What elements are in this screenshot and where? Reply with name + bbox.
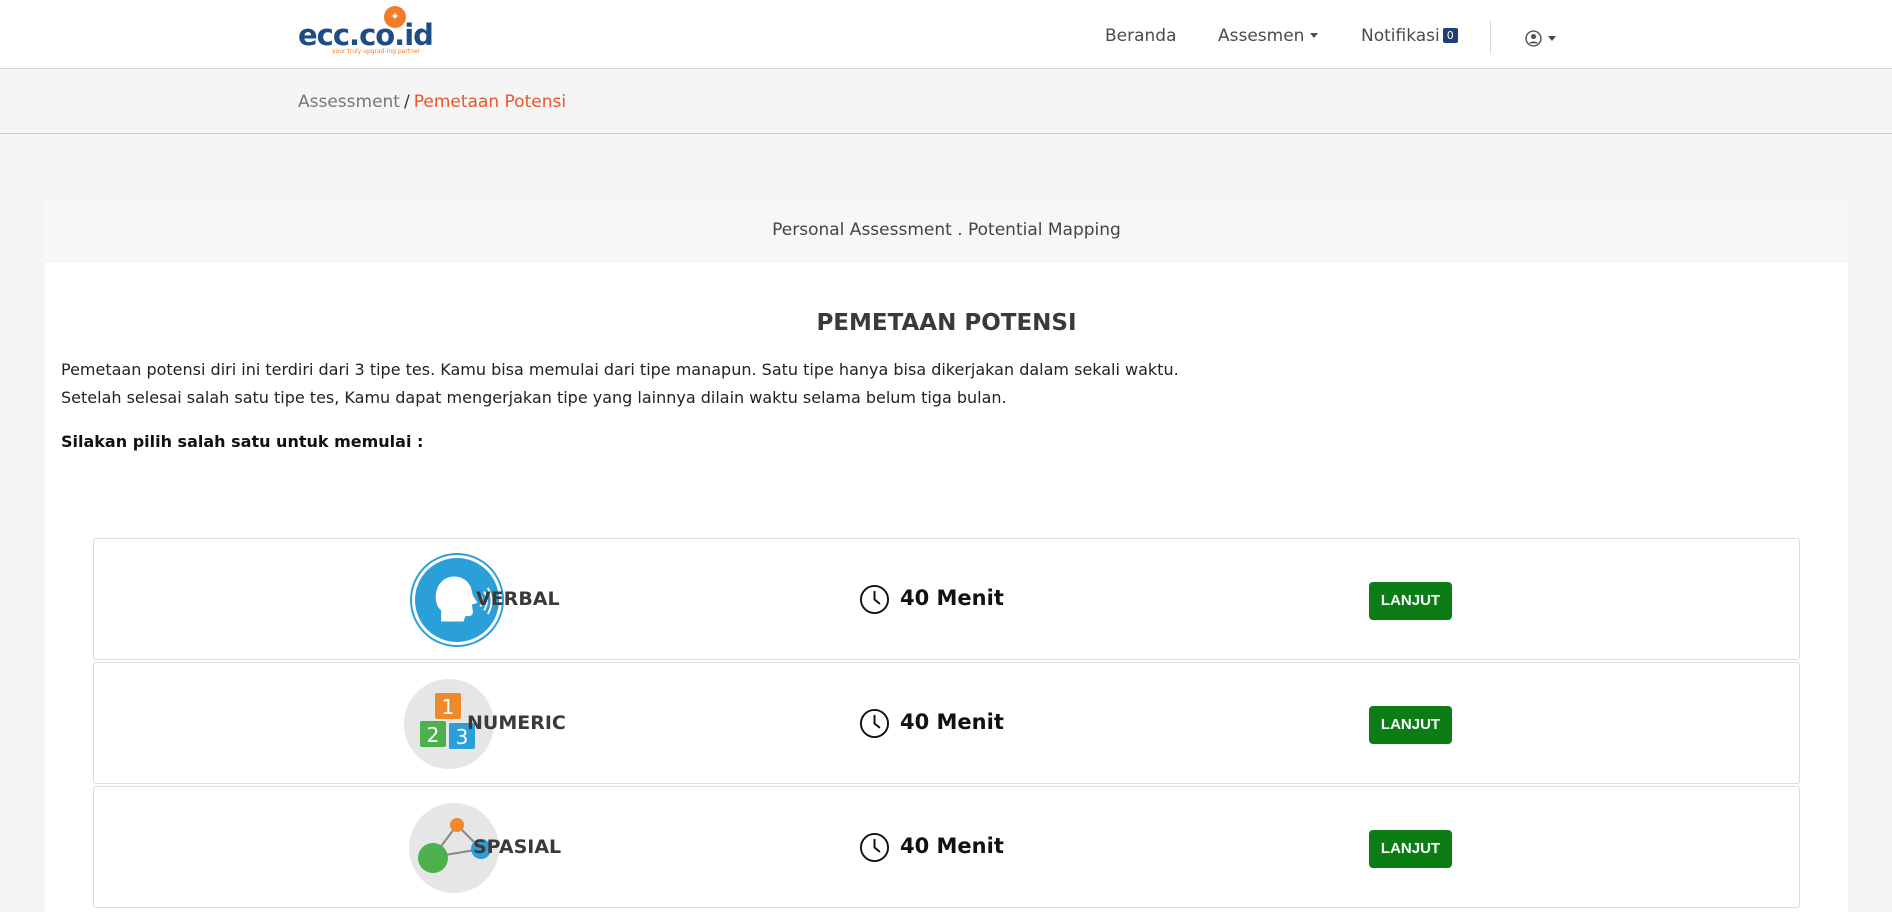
- caret-down-icon: [1310, 33, 1319, 38]
- card-header-title: Personal Assessment . Potential Mapping: [772, 220, 1121, 240]
- test-duration: 40 Menit: [900, 710, 1004, 734]
- lanjut-button-spasial[interactable]: LANJUT: [1369, 830, 1452, 868]
- description-line-2: Setelah selesai salah satu tipe tes, Kam…: [61, 388, 1007, 407]
- nav-assesmen-label: Assesmen: [1218, 26, 1305, 46]
- user-circle-icon: [1525, 29, 1542, 47]
- test-duration: 40 Menit: [900, 834, 1004, 858]
- test-duration: 40 Menit: [900, 586, 1004, 610]
- assessment-card: Personal Assessment . Potential Mapping …: [45, 199, 1848, 912]
- clock-icon: [859, 708, 890, 739]
- test-name: VERBAL: [476, 588, 560, 610]
- breadcrumb-separator: /: [403, 92, 410, 112]
- nav-link-beranda[interactable]: Beranda: [1105, 26, 1177, 46]
- nav-divider: [1490, 20, 1491, 54]
- lanjut-button-numeric[interactable]: LANJUT: [1369, 706, 1452, 744]
- test-name: NUMERIC: [467, 712, 566, 734]
- test-row-numeric: 1 2 3 NUMERIC 40 Menit LANJUT: [93, 662, 1800, 784]
- clock-icon: [859, 584, 890, 615]
- nav-dropdown-assesmen[interactable]: Assesmen: [1218, 26, 1319, 46]
- description-line-1: Pemetaan potensi diri ini terdiri dari 3…: [61, 360, 1179, 379]
- card-header: Personal Assessment . Potential Mapping: [45, 199, 1848, 262]
- lanjut-button-verbal[interactable]: LANJUT: [1369, 582, 1452, 620]
- breadcrumb-bar: Assessment / Pemetaan Potensi: [0, 70, 1892, 134]
- logo-text: ecc.co.id: [298, 18, 434, 52]
- caret-down-icon: [1548, 35, 1556, 41]
- svg-text:1: 1: [442, 695, 455, 719]
- test-row-verbal: VERBAL 40 Menit LANJUT: [93, 538, 1800, 660]
- breadcrumb-current: Pemetaan Potensi: [413, 92, 567, 112]
- svg-text:2: 2: [427, 723, 440, 747]
- brand-logo[interactable]: ✦ ecc.co.id your truly upgrad-ing partne…: [298, 4, 434, 60]
- test-name: SPASIAL: [473, 836, 562, 858]
- logo-tagline: your truly upgrad-ing partner: [332, 48, 421, 55]
- instruction-text: Silakan pilih salah satu untuk memulai :: [61, 432, 424, 451]
- user-menu-dropdown[interactable]: [1525, 28, 1556, 48]
- breadcrumb-assessment-link[interactable]: Assessment: [298, 92, 400, 112]
- nav-notifikasi-label: Notifikasi: [1361, 26, 1440, 46]
- page-title: PEMETAAN POTENSI: [816, 310, 1077, 336]
- test-row-spasial: SPASIAL 40 Menit LANJUT: [93, 786, 1800, 908]
- clock-icon: [859, 832, 890, 863]
- top-navbar: ✦ ecc.co.id your truly upgrad-ing partne…: [0, 0, 1892, 69]
- breadcrumb: Assessment / Pemetaan Potensi: [298, 92, 566, 112]
- nav-link-notifikasi[interactable]: Notifikasi 0: [1361, 26, 1458, 46]
- notification-count-badge: 0: [1442, 28, 1458, 43]
